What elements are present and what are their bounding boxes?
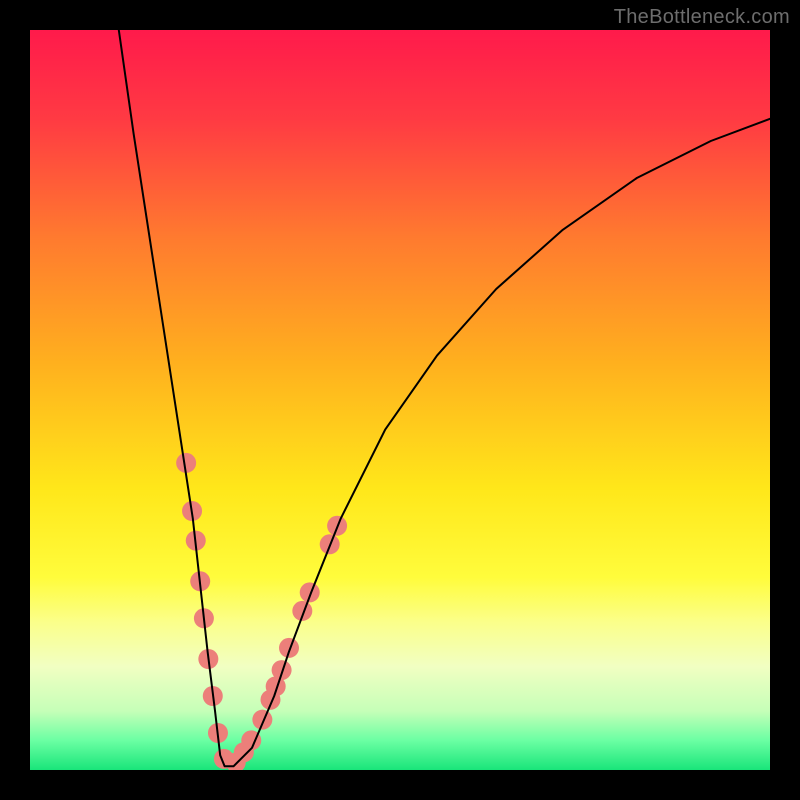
- plot-area: [30, 30, 770, 770]
- chart-svg: [30, 30, 770, 770]
- data-marker: [300, 582, 320, 602]
- data-marker: [272, 660, 292, 680]
- chart-background: [30, 30, 770, 770]
- data-marker: [279, 638, 299, 658]
- data-marker: [252, 710, 272, 730]
- watermark-text: TheBottleneck.com: [614, 6, 790, 29]
